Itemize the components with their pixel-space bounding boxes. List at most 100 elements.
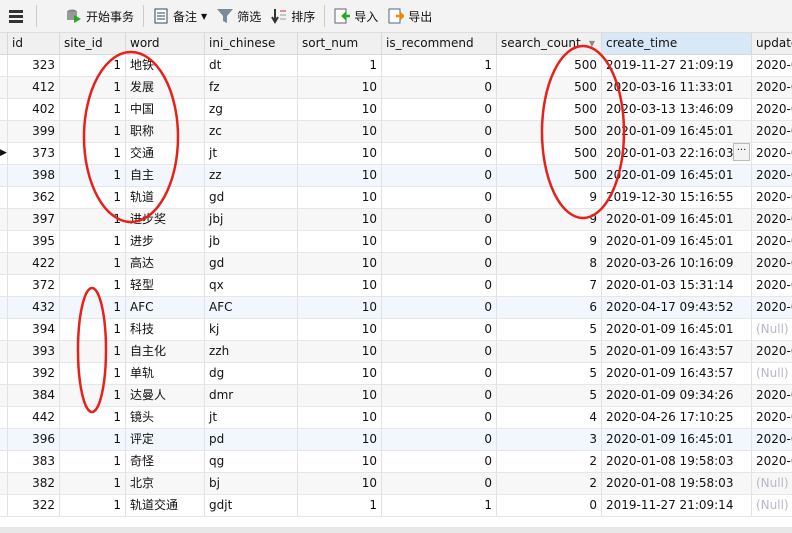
cell-update[interactable]: 2020-0 — [752, 429, 792, 450]
cell-site-id[interactable]: 1 — [60, 407, 126, 428]
table-row[interactable]: 4421镜头jt10042020-04-26 17:10:252020-0 — [0, 407, 792, 429]
cell-sort-num[interactable]: 10 — [298, 209, 382, 230]
cell-create-time[interactable]: 2020-01-09 16:45:01 — [602, 429, 752, 450]
cell-update[interactable]: 2020-0 — [752, 77, 792, 98]
cell-update[interactable]: 2020-0 — [752, 165, 792, 186]
row-indicator[interactable] — [0, 253, 8, 274]
cell-id[interactable]: 394 — [8, 319, 60, 340]
cell-ini-chinese[interactable]: gdjt — [205, 495, 298, 516]
cell-is-recommend[interactable]: 0 — [382, 231, 497, 252]
cell-ini-chinese[interactable]: dt — [205, 55, 298, 76]
cell-update[interactable]: 2020-0 — [752, 231, 792, 252]
row-indicator[interactable] — [0, 121, 8, 142]
table-row[interactable]: 4021中国zg1005002020-03-13 13:46:092020-0 — [0, 99, 792, 121]
cell-ini-chinese[interactable]: jbj — [205, 209, 298, 230]
cell-sort-num[interactable]: 10 — [298, 451, 382, 472]
cell-is-recommend[interactable]: 0 — [382, 275, 497, 296]
cell-create-time[interactable]: 2020-03-26 10:16:09 — [602, 253, 752, 274]
cell-update[interactable]: 2020-0 — [752, 407, 792, 428]
cell-site-id[interactable]: 1 — [60, 253, 126, 274]
table-row[interactable]: 4321AFCAFC10062020-04-17 09:43:522020-0 — [0, 297, 792, 319]
cell-search-count[interactable]: 500 — [497, 77, 602, 98]
cell-is-recommend[interactable]: 0 — [382, 341, 497, 362]
cell-search-count[interactable]: 500 — [497, 55, 602, 76]
row-indicator[interactable] — [0, 55, 8, 76]
cell-word[interactable]: 交通 — [126, 143, 205, 164]
filter-button[interactable]: 筛选 — [212, 4, 266, 28]
cell-sort-num[interactable]: 10 — [298, 473, 382, 494]
column-header-search-count[interactable]: search_count ▼ — [497, 33, 602, 54]
cell-ini-chinese[interactable]: AFC — [205, 297, 298, 318]
cell-sort-num[interactable]: 10 — [298, 385, 382, 406]
cell-sort-num[interactable]: 10 — [298, 231, 382, 252]
cell-word[interactable]: 科技 — [126, 319, 205, 340]
cell-search-count[interactable]: 2 — [497, 451, 602, 472]
begin-transaction-button[interactable]: 开始事务 — [61, 4, 139, 28]
cell-update[interactable]: 2020-0 — [752, 55, 792, 76]
cell-update[interactable]: 2020-0 — [752, 451, 792, 472]
cell-id[interactable]: 398 — [8, 165, 60, 186]
cell-update[interactable]: (Null) — [752, 319, 792, 340]
cell-update[interactable]: 2020-0 — [752, 275, 792, 296]
cell-ini-chinese[interactable]: gd — [205, 253, 298, 274]
cell-ini-chinese[interactable]: zc — [205, 121, 298, 142]
cell-word[interactable]: 进步奖 — [126, 209, 205, 230]
cell-word[interactable]: 职称 — [126, 121, 205, 142]
cell-search-count[interactable]: 500 — [497, 143, 602, 164]
cell-search-count[interactable]: 9 — [497, 209, 602, 230]
cell-ini-chinese[interactable]: dg — [205, 363, 298, 384]
cell-is-recommend[interactable]: 0 — [382, 473, 497, 494]
cell-site-id[interactable]: 1 — [60, 275, 126, 296]
cell-site-id[interactable]: 1 — [60, 297, 126, 318]
cell-is-recommend[interactable]: 0 — [382, 429, 497, 450]
cell-ini-chinese[interactable]: qx — [205, 275, 298, 296]
cell-sort-num[interactable]: 10 — [298, 429, 382, 450]
cell-sort-num[interactable]: 10 — [298, 143, 382, 164]
cell-id[interactable]: 422 — [8, 253, 60, 274]
cell-word[interactable]: 进步 — [126, 231, 205, 252]
cell-is-recommend[interactable]: 1 — [382, 495, 497, 516]
cell-word[interactable]: 轻型 — [126, 275, 205, 296]
row-indicator[interactable] — [0, 165, 8, 186]
cell-create-time[interactable]: 2019-12-30 15:16:55 — [602, 187, 752, 208]
table-row[interactable]: 3831奇怪qg10022020-01-08 19:58:032020-0 — [0, 451, 792, 473]
cell-ini-chinese[interactable]: fz — [205, 77, 298, 98]
cell-is-recommend[interactable]: 0 — [382, 143, 497, 164]
cell-site-id[interactable]: 1 — [60, 363, 126, 384]
cell-update[interactable]: 2020-0 — [752, 253, 792, 274]
cell-create-time[interactable]: 2020-01-09 16:45:01 — [602, 231, 752, 252]
cell-word[interactable]: 中国 — [126, 99, 205, 120]
cell-site-id[interactable]: 1 — [60, 231, 126, 252]
row-indicator[interactable] — [0, 407, 8, 428]
cell-id[interactable]: 396 — [8, 429, 60, 450]
cell-create-time[interactable]: 2020-01-09 16:45:01 — [602, 165, 752, 186]
cell-update[interactable]: (Null) — [752, 473, 792, 494]
cell-search-count[interactable]: 500 — [497, 121, 602, 142]
cell-update[interactable]: 2020-0 — [752, 385, 792, 406]
cell-id[interactable]: 384 — [8, 385, 60, 406]
cell-ini-chinese[interactable]: zg — [205, 99, 298, 120]
row-indicator[interactable] — [0, 429, 8, 450]
cell-ini-chinese[interactable]: qg — [205, 451, 298, 472]
cell-search-count[interactable]: 2 — [497, 473, 602, 494]
cell-word[interactable]: 高达 — [126, 253, 205, 274]
cell-search-count[interactable]: 5 — [497, 385, 602, 406]
horizontal-scrollbar[interactable] — [0, 527, 792, 533]
cell-ini-chinese[interactable]: zzh — [205, 341, 298, 362]
cell-word[interactable]: AFC — [126, 297, 205, 318]
cell-create-time[interactable]: 2020-01-08 19:58:03 — [602, 451, 752, 472]
cell-word[interactable]: 轨道 — [126, 187, 205, 208]
cell-update[interactable]: 2020-0 — [752, 297, 792, 318]
cell-id[interactable]: 412 — [8, 77, 60, 98]
row-indicator[interactable]: ▶ — [0, 143, 8, 164]
cell-is-recommend[interactable]: 0 — [382, 77, 497, 98]
cell-site-id[interactable]: 1 — [60, 451, 126, 472]
cell-create-time[interactable]: 2020-01-03 22:16:03 — [602, 143, 752, 164]
cell-is-recommend[interactable]: 0 — [382, 209, 497, 230]
column-header-create-time[interactable]: create_time — [602, 33, 752, 54]
cell-create-time[interactable]: 2020-01-08 19:58:03 — [602, 473, 752, 494]
cell-id[interactable]: 432 — [8, 297, 60, 318]
row-indicator[interactable] — [0, 297, 8, 318]
cell-update[interactable]: 2020-0 — [752, 99, 792, 120]
column-header-word[interactable]: word — [126, 33, 205, 54]
